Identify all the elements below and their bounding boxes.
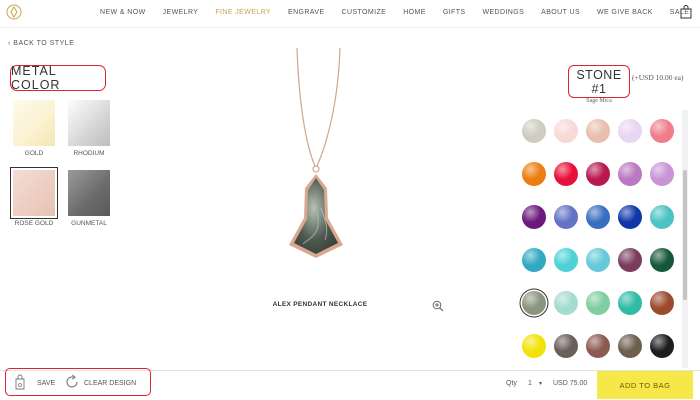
zoom-in-icon[interactable] bbox=[432, 300, 444, 312]
selected-stone-name: Sage Mica bbox=[586, 98, 612, 104]
stone-swatch[interactable] bbox=[554, 334, 578, 358]
stone-swatch[interactable] bbox=[586, 248, 610, 272]
stone-swatch[interactable] bbox=[554, 248, 578, 272]
back-to-style-link[interactable]: ‹ BACK TO STYLE bbox=[8, 40, 74, 47]
stone-heading-box: STONE #1 Sage Mica bbox=[568, 65, 630, 104]
stone-swatch[interactable] bbox=[618, 248, 642, 272]
metal-label-rose-gold: ROSE GOLD bbox=[14, 220, 54, 227]
metal-label-gunmetal: GUNMETAL bbox=[71, 220, 107, 227]
quantity-label: Qty bbox=[506, 380, 517, 387]
total-price: USD 75.00 bbox=[553, 380, 588, 387]
metal-swatch-rose-gold[interactable] bbox=[10, 167, 58, 219]
stone-swatch[interactable] bbox=[650, 248, 674, 272]
nav-item-customize[interactable]: CUSTOMIZE bbox=[342, 9, 387, 16]
stone-price-note: (+USD 10.00 ea) bbox=[632, 73, 684, 82]
stone-swatch[interactable] bbox=[522, 248, 546, 272]
nav-item-jewelry[interactable]: JEWELRY bbox=[163, 9, 199, 16]
metal-label-rhodium: RHODIUM bbox=[73, 150, 105, 157]
stone-swatch[interactable] bbox=[650, 334, 674, 358]
logo-icon[interactable] bbox=[6, 4, 22, 20]
stone-swatch[interactable] bbox=[618, 291, 642, 315]
stone-swatch[interactable] bbox=[554, 119, 578, 143]
main-nav: NEW & NOW JEWELRY FINE JEWELRY ENGRAVE C… bbox=[100, 9, 700, 16]
stone-swatch[interactable] bbox=[522, 205, 546, 229]
stone-swatch[interactable] bbox=[618, 162, 642, 186]
metal-swatch-gold[interactable] bbox=[13, 100, 55, 146]
stone-scrollbar-thumb[interactable] bbox=[683, 170, 687, 300]
add-to-bag-button[interactable]: ADD TO BAG bbox=[597, 371, 693, 399]
nav-item-fine-jewelry[interactable]: FINE JEWELRY bbox=[215, 9, 271, 16]
nav-item-engrave[interactable]: ENGRAVE bbox=[288, 9, 325, 16]
pendant-image bbox=[289, 48, 343, 258]
shopping-bag-icon[interactable] bbox=[680, 5, 692, 19]
refresh-icon[interactable] bbox=[64, 374, 80, 390]
stone-swatch[interactable] bbox=[522, 162, 546, 186]
stone-swatch[interactable] bbox=[586, 334, 610, 358]
stone-swatch[interactable] bbox=[586, 205, 610, 229]
stone-swatch[interactable] bbox=[618, 205, 642, 229]
stone-swatch[interactable] bbox=[586, 119, 610, 143]
metal-label-gold: GOLD bbox=[24, 150, 44, 157]
stone-swatch[interactable] bbox=[650, 205, 674, 229]
stone-swatch[interactable] bbox=[554, 291, 578, 315]
clear-design-button[interactable]: CLEAR DESIGN bbox=[84, 380, 136, 387]
nav-item-home[interactable]: HOME bbox=[403, 9, 426, 16]
nav-item-about-us[interactable]: ABOUT US bbox=[541, 9, 580, 16]
chevron-down-icon[interactable]: ▾ bbox=[539, 380, 542, 387]
nav-item-gifts[interactable]: GIFTS bbox=[443, 9, 466, 16]
stone-swatch[interactable] bbox=[554, 162, 578, 186]
stone-swatch[interactable] bbox=[522, 334, 546, 358]
stone-swatch[interactable] bbox=[618, 119, 642, 143]
stone-swatch[interactable] bbox=[618, 334, 642, 358]
save-button[interactable]: SAVE bbox=[37, 380, 55, 387]
product-name: ALEX PENDANT NECKLACE bbox=[272, 301, 368, 308]
save-icon[interactable] bbox=[13, 374, 27, 390]
quantity-select[interactable]: 1 bbox=[528, 380, 532, 387]
nav-item-new-and-now[interactable]: NEW & NOW bbox=[100, 9, 146, 16]
metal-swatch-rhodium[interactable] bbox=[68, 100, 110, 146]
nav-item-weddings[interactable]: WEDDINGS bbox=[482, 9, 524, 16]
stone-swatch[interactable] bbox=[554, 205, 578, 229]
stone-swatch[interactable] bbox=[586, 291, 610, 315]
stone-swatch[interactable] bbox=[650, 291, 674, 315]
stone-swatch[interactable] bbox=[586, 162, 610, 186]
metal-swatch-gunmetal[interactable] bbox=[68, 170, 110, 216]
stone-heading: STONE #1 bbox=[576, 68, 622, 96]
metal-color-heading: METAL COLOR bbox=[10, 64, 106, 92]
stone-swatch[interactable] bbox=[650, 119, 674, 143]
nav-item-we-give-back[interactable]: WE GIVE BACK bbox=[597, 9, 653, 16]
stone-swatch[interactable] bbox=[650, 162, 674, 186]
stone-swatch-grid bbox=[520, 117, 680, 362]
stone-swatch[interactable] bbox=[522, 291, 546, 315]
top-nav-bar: NEW & NOW JEWELRY FINE JEWELRY ENGRAVE C… bbox=[0, 0, 700, 28]
stone-swatch[interactable] bbox=[522, 119, 546, 143]
